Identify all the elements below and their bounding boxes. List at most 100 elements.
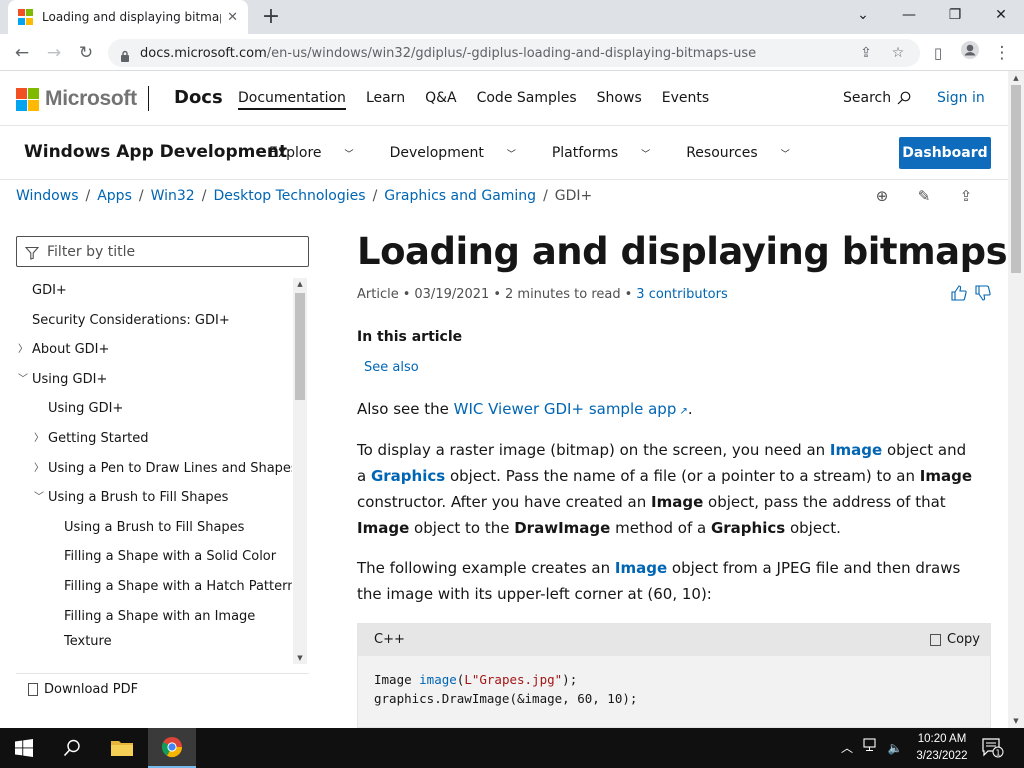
- back-button[interactable]: ←: [9, 40, 35, 66]
- side-panel-icon[interactable]: ▯: [925, 40, 951, 66]
- toc-item-about-gdiplus[interactable]: 〉 About GDI+: [18, 341, 109, 359]
- system-clock[interactable]: 10:20 AM 3/23/2022: [912, 731, 972, 765]
- volume-icon[interactable]: 🔈: [886, 738, 904, 758]
- reload-button[interactable]: ↻: [73, 40, 99, 66]
- chevron-right-icon[interactable]: 〉: [34, 460, 44, 478]
- image-class-link-2[interactable]: Image: [615, 559, 667, 577]
- copy-code-button[interactable]: Copy: [930, 632, 980, 647]
- breadcrumb-desktop-technologies[interactable]: Desktop Technologies: [213, 188, 365, 204]
- search-button[interactable]: Search: [843, 90, 911, 106]
- nav-qa[interactable]: Q&A: [425, 90, 457, 110]
- toc-item-using-a-brush[interactable]: ﹀ Using a Brush to Fill Shapes: [34, 489, 228, 507]
- toc-scrollbar[interactable]: ▲ ▼: [293, 278, 307, 664]
- chevron-down-icon: ﹀: [641, 150, 651, 160]
- table-of-contents: GDI+ Security Considerations: GDI+ 〉 Abou…: [16, 276, 292, 664]
- breadcrumb-gdiplus[interactable]: GDI+: [555, 188, 593, 204]
- share-page-icon[interactable]: ⇪: [956, 186, 976, 206]
- paragraph-display-raster: To display a raster image (bitmap) on th…: [357, 441, 973, 537]
- product-title[interactable]: Windows App Development: [24, 142, 287, 162]
- search-taskbar-button[interactable]: [48, 728, 96, 768]
- page-scroll-thumb[interactable]: [1011, 85, 1021, 273]
- profile-avatar-icon[interactable]: [957, 40, 983, 66]
- network-icon[interactable]: [862, 738, 880, 758]
- code-content[interactable]: Image image(L"Grapes.jpg"); graphics.Dra…: [374, 670, 637, 708]
- nav-shows[interactable]: Shows: [597, 90, 642, 110]
- scroll-up-icon: ▲: [297, 280, 303, 288]
- toc-item-using-a-pen[interactable]: 〉 Using a Pen to Draw Lines and Shapes: [34, 460, 292, 478]
- toc-item-image-texture[interactable]: Filling a Shape with an Image: [64, 608, 255, 626]
- nav-learn[interactable]: Learn: [366, 90, 405, 110]
- bookmark-star-icon[interactable]: ☆: [886, 39, 910, 67]
- thumbs-up-icon[interactable]: [950, 284, 970, 304]
- scroll-down-icon: ▼: [297, 654, 303, 662]
- chevron-down-icon: ﹀: [506, 150, 516, 160]
- download-pdf-link[interactable]: Download PDF: [28, 682, 138, 697]
- edit-pencil-icon[interactable]: ✎: [914, 186, 934, 206]
- nav-events[interactable]: Events: [662, 90, 709, 110]
- paragraph-example-intro: The following example creates an Image o…: [357, 559, 961, 603]
- toc-item-using-gdiplus[interactable]: ﹀ Using GDI+: [18, 371, 107, 389]
- search-label: Search: [843, 90, 892, 106]
- add-collection-icon[interactable]: ⊕: [872, 186, 892, 206]
- external-link-icon: ↗: [676, 406, 688, 417]
- breadcrumb-apps[interactable]: Apps: [97, 188, 132, 204]
- toc-item-using-a-brush-overview[interactable]: Using a Brush to Fill Shapes: [64, 519, 244, 537]
- nav-platforms[interactable]: Platforms ﹀: [552, 145, 668, 161]
- toc-item-using-gdiplus-overview[interactable]: Using GDI+: [48, 400, 123, 418]
- breadcrumb-windows[interactable]: Windows: [16, 188, 79, 204]
- close-window-button[interactable]: ✕: [978, 0, 1024, 30]
- microsoft-logo[interactable]: Microsoft: [16, 87, 137, 111]
- code-block: C++ Copy Image image(L"Grapes.jpg"); gra…: [357, 623, 991, 728]
- nav-documentation[interactable]: Documentation: [238, 90, 346, 110]
- graphics-class-link[interactable]: Graphics: [371, 467, 445, 485]
- image-class-link[interactable]: Image: [830, 441, 882, 459]
- toc-scroll-thumb[interactable]: [295, 293, 305, 400]
- toc-item-image-texture-cont[interactable]: Texture: [64, 633, 112, 651]
- forward-button[interactable]: →: [41, 40, 67, 66]
- restore-button[interactable]: ❐: [932, 0, 978, 30]
- new-tab-button[interactable]: +: [258, 4, 284, 30]
- chevron-right-icon[interactable]: 〉: [18, 341, 28, 359]
- sign-in-link[interactable]: Sign in: [937, 90, 985, 106]
- notification-center-icon[interactable]: 1: [982, 738, 1004, 758]
- browser-tab[interactable]: Loading and displaying bitmaps ✕: [8, 0, 248, 34]
- page-scrollbar[interactable]: ▲ ▼: [1008, 71, 1024, 728]
- nav-code-samples[interactable]: Code Samples: [477, 90, 577, 110]
- breadcrumb-win32[interactable]: Win32: [151, 188, 195, 204]
- show-hidden-icons-chevron-icon[interactable]: ︿: [838, 738, 856, 758]
- start-button[interactable]: [0, 728, 48, 768]
- chevron-down-icon[interactable]: ﹀: [34, 489, 44, 507]
- breadcrumb: Windows / Apps / Win32/ Desktop Technologi…: [16, 188, 593, 204]
- nav-resources[interactable]: Resources ﹀: [686, 145, 808, 161]
- contributors-link[interactable]: 3 contributors: [636, 287, 727, 302]
- toc-item-solid-color[interactable]: Filling a Shape with a Solid Color: [64, 548, 276, 566]
- chevron-right-icon[interactable]: 〉: [34, 430, 44, 448]
- scroll-up-icon: ▲: [1013, 74, 1019, 82]
- address-bar[interactable]: docs.microsoft.com/en-us/windows/win32/g…: [108, 39, 920, 67]
- file-explorer-button[interactable]: [98, 728, 146, 768]
- microsoft-wordmark: Microsoft: [45, 87, 137, 110]
- browser-toolbar: ← → ↻ docs.microsoft.com/en-us/windows/w…: [0, 34, 1024, 71]
- browser-menu-icon[interactable]: ⋮: [989, 40, 1015, 66]
- chevron-down-icon[interactable]: ﹀: [18, 371, 28, 389]
- tab-close-icon[interactable]: ✕: [227, 10, 238, 25]
- dashboard-button[interactable]: Dashboard: [899, 137, 991, 169]
- docs-home-link[interactable]: Docs: [174, 87, 223, 108]
- nav-development[interactable]: Development ﹀: [390, 145, 534, 161]
- thumbs-down-icon[interactable]: [974, 284, 994, 304]
- breadcrumb-graphics-and-gaming[interactable]: Graphics and Gaming: [384, 188, 536, 204]
- minimize-button[interactable]: —: [886, 0, 932, 30]
- toc-item-getting-started[interactable]: 〉 Getting Started: [34, 430, 149, 448]
- tab-search-icon[interactable]: ⌄: [840, 0, 886, 30]
- toc-item-hatch-pattern[interactable]: Filling a Shape with a Hatch Pattern: [64, 578, 292, 596]
- wic-viewer-sample-link[interactable]: WIC Viewer GDI+ sample app ↗: [454, 400, 688, 418]
- filter-by-title-input[interactable]: [47, 243, 287, 260]
- chrome-taskbar-button[interactable]: [148, 728, 196, 768]
- share-icon[interactable]: ⇪: [854, 39, 878, 67]
- see-also-link[interactable]: See also: [364, 360, 419, 375]
- tab-title: Loading and displaying bitmaps: [42, 10, 222, 24]
- toc-item-gdiplus[interactable]: GDI+: [32, 282, 67, 300]
- nav-explore[interactable]: Explore ﹀: [269, 145, 372, 161]
- global-nav: Documentation Learn Q&A Code Samples Sho…: [238, 90, 729, 110]
- toc-item-security-considerations[interactable]: Security Considerations: GDI+: [32, 312, 230, 330]
